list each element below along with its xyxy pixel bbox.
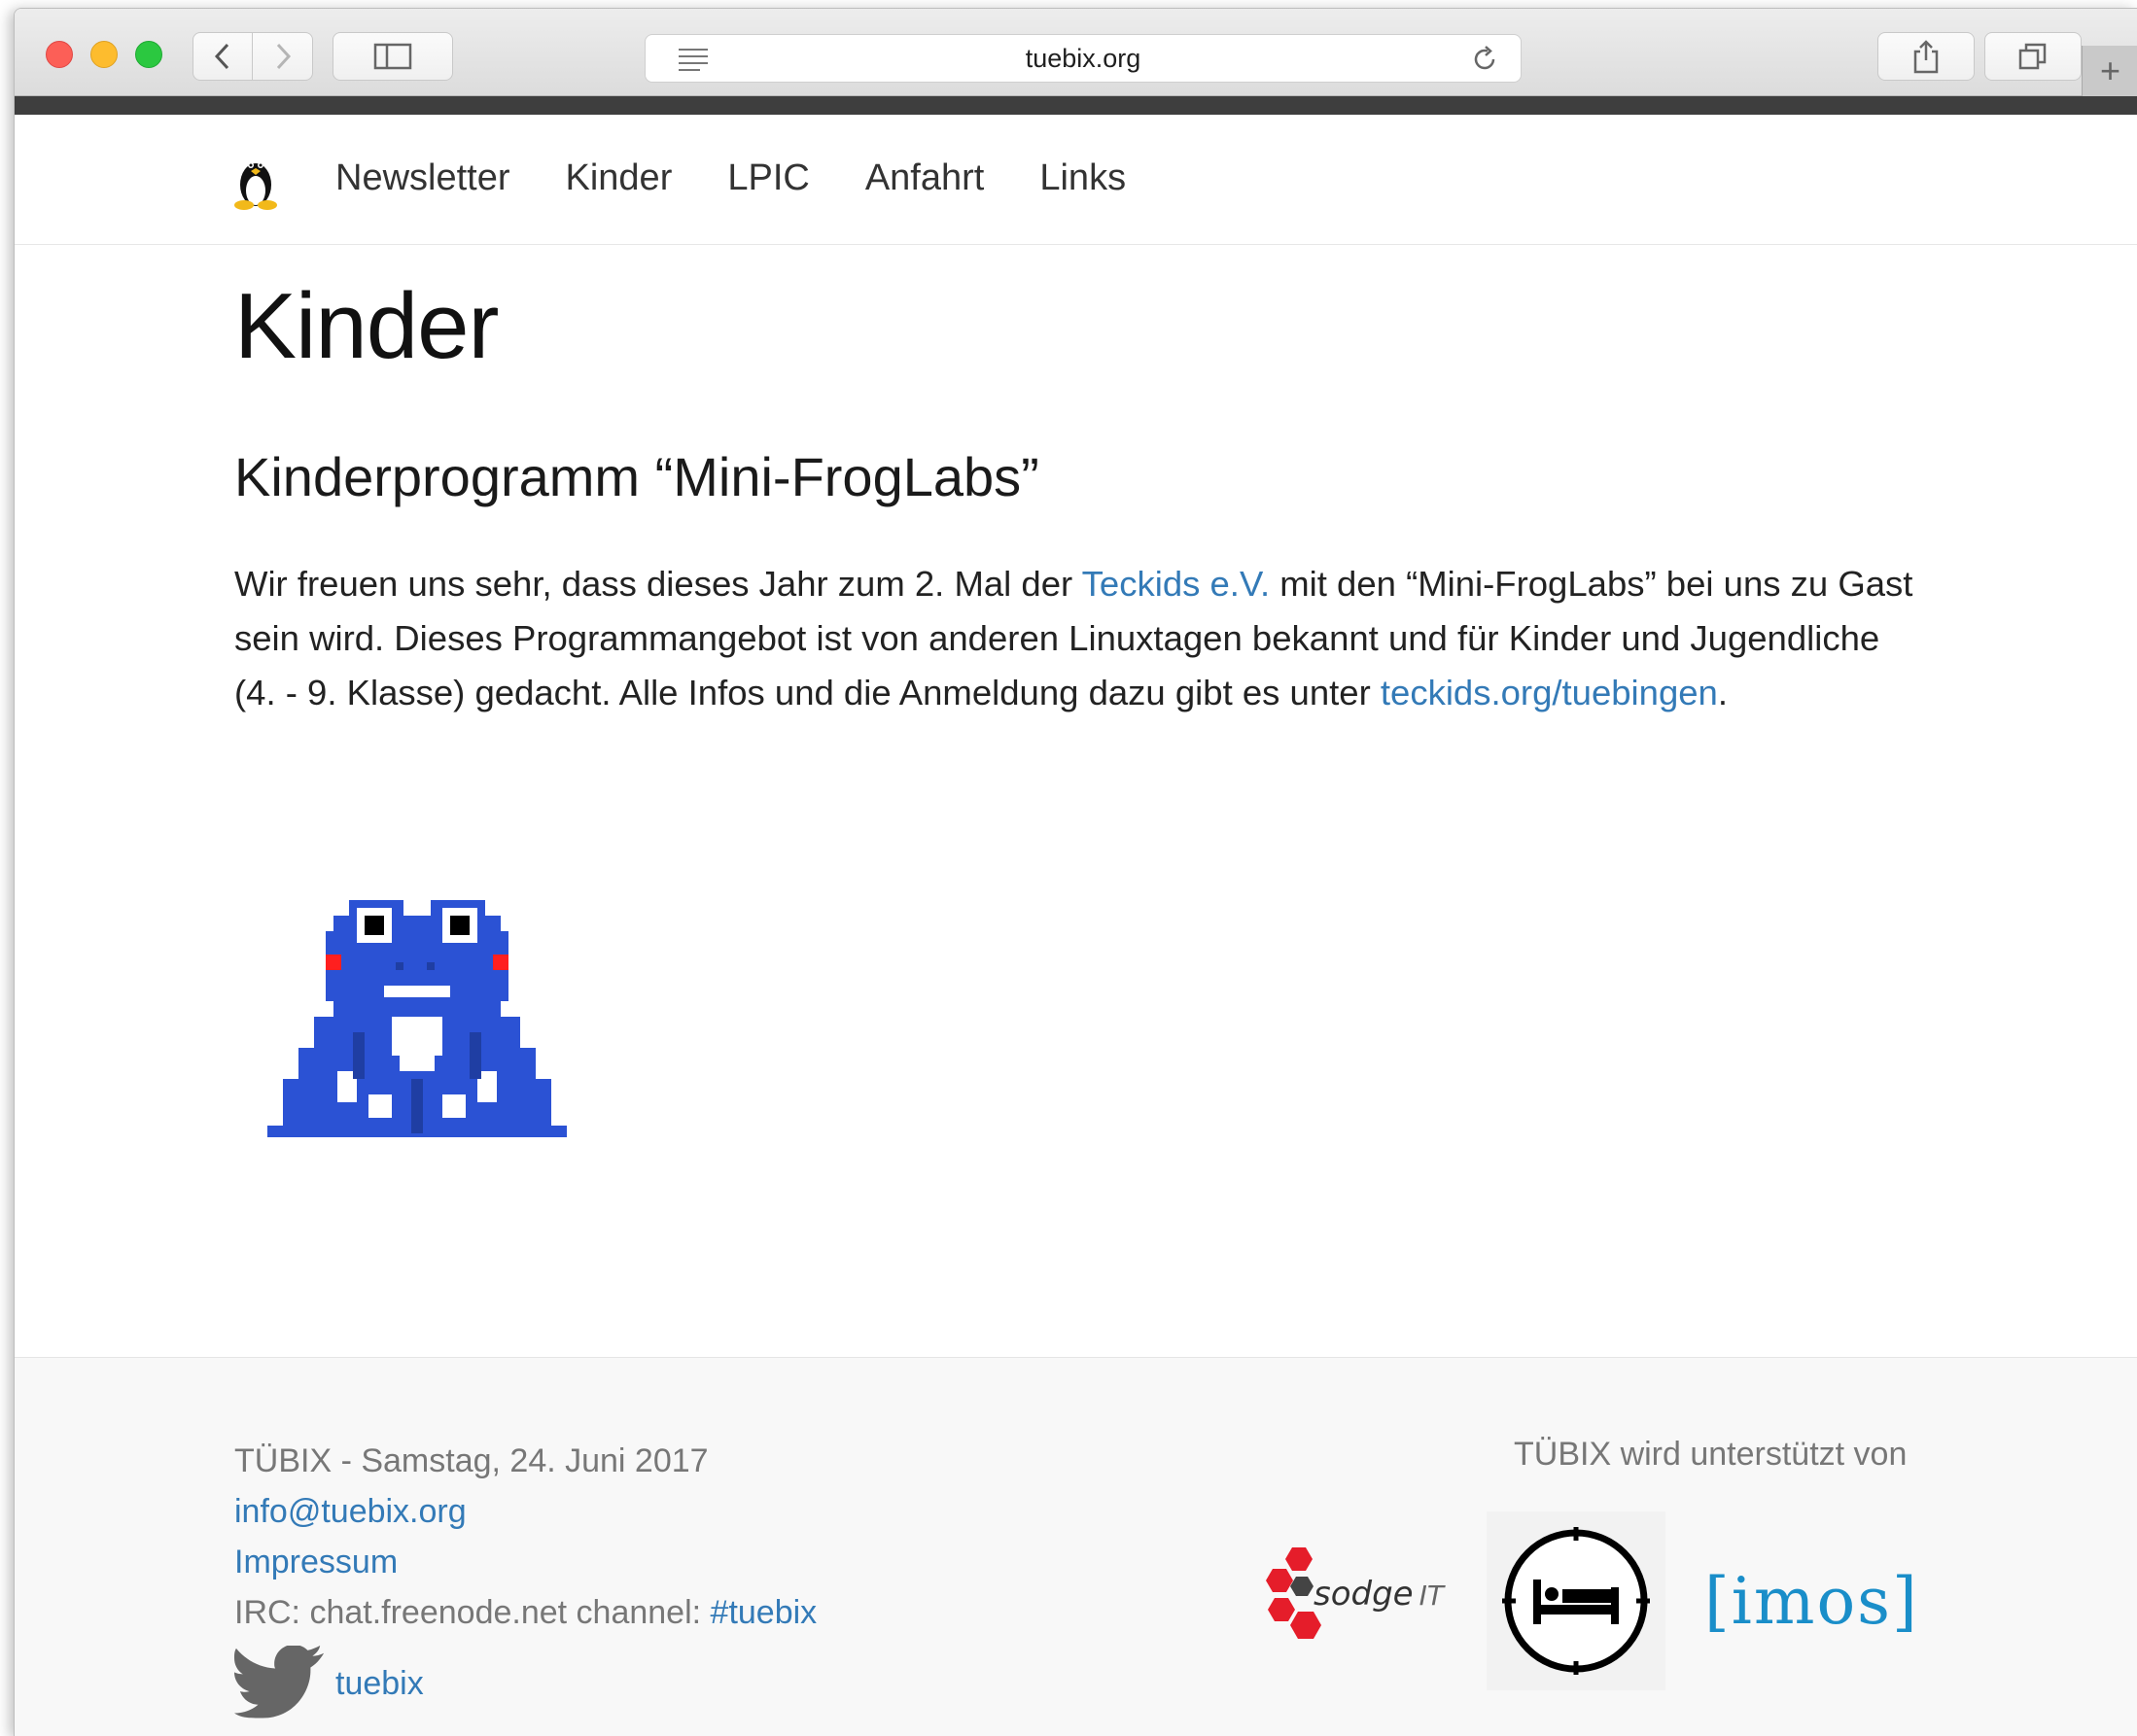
irc-channel-link[interactable]: #tuebix — [711, 1594, 818, 1631]
irc-prefix: IRC: chat.freenode.net channel: — [234, 1594, 711, 1631]
back-button[interactable] — [193, 32, 253, 81]
browser-toolbar: tuebix.org + — [15, 9, 2137, 96]
share-icon — [1913, 40, 1939, 74]
nav-link-kinder[interactable]: Kinder — [566, 157, 673, 199]
imos-logo[interactable]: [imos] — [1704, 1564, 1919, 1639]
impressum-link[interactable]: Impressum — [234, 1544, 398, 1580]
twitter-row: tuebix — [234, 1646, 817, 1721]
hotel-bed-logo[interactable] — [1487, 1511, 1665, 1690]
nav-link-anfahrt[interactable]: Anfahrt — [865, 157, 985, 199]
sodge-it-label: IT — [1419, 1580, 1444, 1612]
paragraph-text-1: Wir freuen uns sehr, dass dieses Jahr zu… — [234, 564, 1082, 604]
show-tabs-button[interactable] — [1984, 32, 2082, 81]
site-footer: TÜBIX - Samstag, 24. Juni 2017 info@tueb… — [15, 1357, 2137, 1736]
sponsor-logos: sodge IT [imos] — [1263, 1509, 1919, 1693]
sodge-wordmark: sodge IT — [1314, 1575, 1444, 1614]
event-date: TÜBIX - Samstag, 24. Juni 2017 — [234, 1442, 709, 1479]
nav-links: Newsletter Kinder LPIC Anfahrt Links — [335, 157, 1181, 199]
sponsors-title: TÜBIX wird unterstützt von — [1514, 1436, 1908, 1473]
forward-button[interactable] — [253, 32, 313, 81]
site-navbar: Newsletter Kinder LPIC Anfahrt Links — [15, 115, 2137, 245]
new-tab-button[interactable]: + — [2082, 46, 2137, 96]
plus-icon: + — [2099, 51, 2121, 90]
url-text: tuebix.org — [1025, 43, 1141, 73]
email-link[interactable]: info@tuebix.org — [234, 1493, 467, 1530]
share-button[interactable] — [1877, 32, 1975, 81]
irc-info: IRC: chat.freenode.net channel: #tuebix — [234, 1587, 817, 1638]
nav-link-lpic[interactable]: LPIC — [727, 157, 809, 199]
minimize-window-button[interactable] — [90, 41, 118, 68]
toolbar-divider — [15, 96, 2137, 115]
web-page: Newsletter Kinder LPIC Anfahrt Links Kin… — [15, 115, 2137, 1736]
footer-info: TÜBIX - Samstag, 24. Juni 2017 info@tueb… — [234, 1436, 817, 1721]
teckids-tuebingen-link[interactable]: teckids.org/tuebingen — [1381, 673, 1718, 712]
close-window-button[interactable] — [46, 41, 73, 68]
reload-icon[interactable] — [1470, 45, 1499, 74]
chevron-left-icon — [214, 43, 229, 70]
teckids-link[interactable]: Teckids e.V. — [1082, 564, 1270, 604]
nav-link-newsletter[interactable]: Newsletter — [335, 157, 510, 199]
browser-window: tuebix.org + Newsletter Kinder LPIC Anfa… — [14, 8, 2137, 1736]
tux-logo-icon[interactable] — [230, 152, 281, 210]
sodge-it-logo[interactable]: sodge IT — [1263, 1538, 1467, 1664]
pixel-frog-image — [267, 900, 567, 1137]
sidebar-toggle-button[interactable] — [333, 32, 453, 81]
nav-link-links[interactable]: Links — [1039, 157, 1126, 199]
section-heading: Kinderprogramm “Mini-FrogLabs” — [234, 446, 1039, 507]
main-content: Kinder Kinderprogramm “Mini-FrogLabs” Wi… — [234, 274, 1965, 712]
paragraph-end: . — [1717, 673, 1729, 712]
reader-icon[interactable] — [677, 47, 710, 72]
bed-icon — [1502, 1527, 1650, 1675]
intro-paragraph: Wir freuen uns sehr, dass dieses Jahr zu… — [234, 557, 1926, 720]
sidebar-icon — [373, 43, 412, 70]
twitter-bird-icon[interactable] — [234, 1646, 328, 1721]
address-bar[interactable]: tuebix.org — [645, 34, 1522, 83]
chevron-right-icon — [276, 43, 291, 70]
twitter-link[interactable]: tuebix — [335, 1658, 424, 1709]
page-title: Kinder — [234, 274, 500, 378]
maximize-window-button[interactable] — [135, 41, 162, 68]
sodge-label: sodge — [1314, 1575, 1414, 1614]
tabs-icon — [2018, 43, 2047, 70]
